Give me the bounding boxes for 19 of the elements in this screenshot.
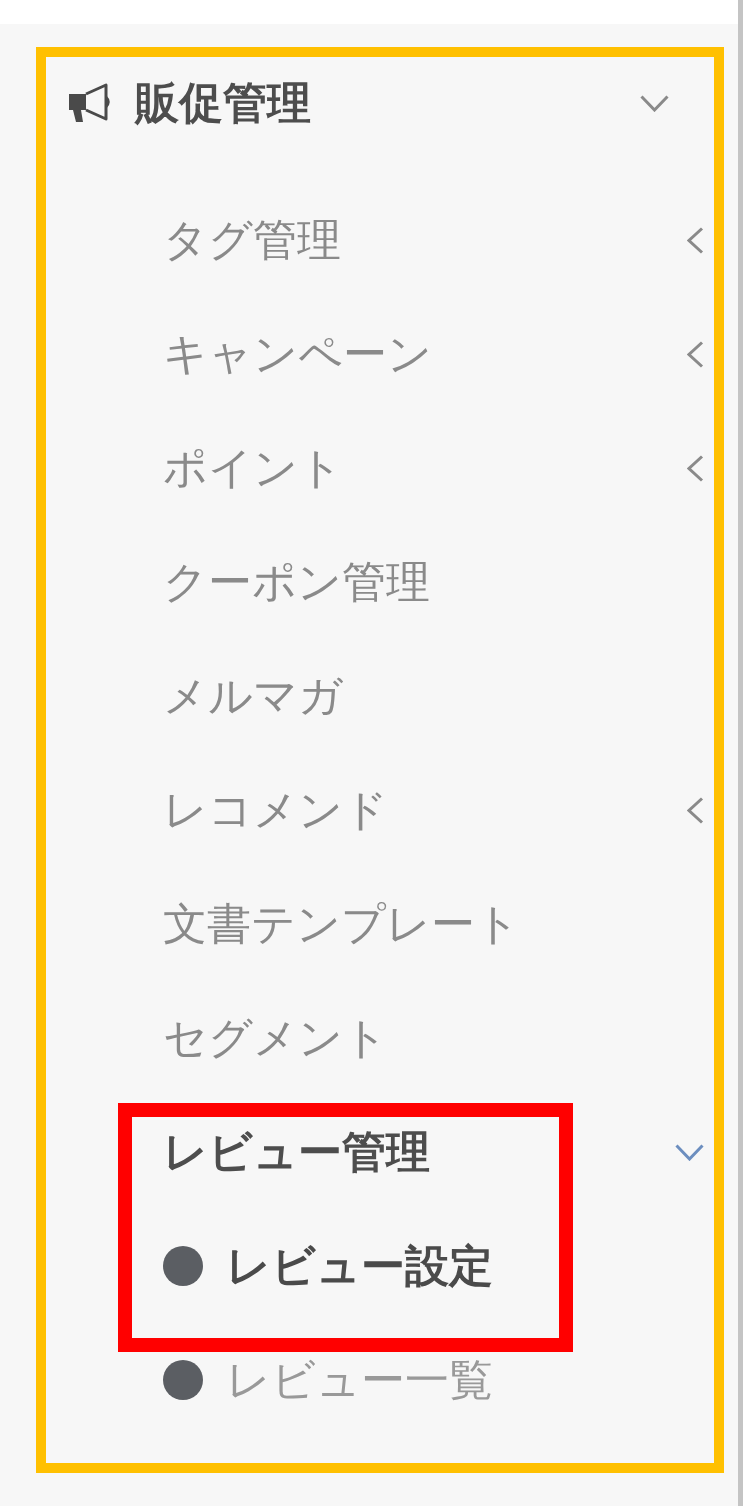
menu-item[interactable]: レコメンド [46, 753, 714, 867]
submenu-item[interactable]: レビュー設定 [46, 1209, 714, 1323]
menu-item[interactable]: 文書テンプレート [46, 867, 714, 981]
menu-item[interactable]: クーポン管理 [46, 525, 714, 639]
menu-section-header[interactable]: 販促管理 [46, 57, 714, 149]
menu-item[interactable]: セグメント [46, 981, 714, 1095]
menu-item[interactable]: タグ管理 [46, 183, 714, 297]
menu-item[interactable]: ポイント [46, 411, 714, 525]
submenu-item[interactable]: レビュー一覧 [46, 1323, 714, 1437]
chevron-down-icon [675, 1143, 704, 1161]
chevron-left-icon [687, 454, 704, 482]
menu-item[interactable]: キャンペーン [46, 297, 714, 411]
megaphone-icon [68, 83, 112, 123]
menu-item[interactable]: メルマガ [46, 639, 714, 753]
chevron-down-icon [640, 94, 669, 112]
chevron-left-icon [687, 340, 704, 368]
chevron-left-icon [687, 796, 704, 824]
chevron-left-icon [687, 226, 704, 254]
menu-item[interactable]: レビュー管理 [46, 1095, 714, 1209]
